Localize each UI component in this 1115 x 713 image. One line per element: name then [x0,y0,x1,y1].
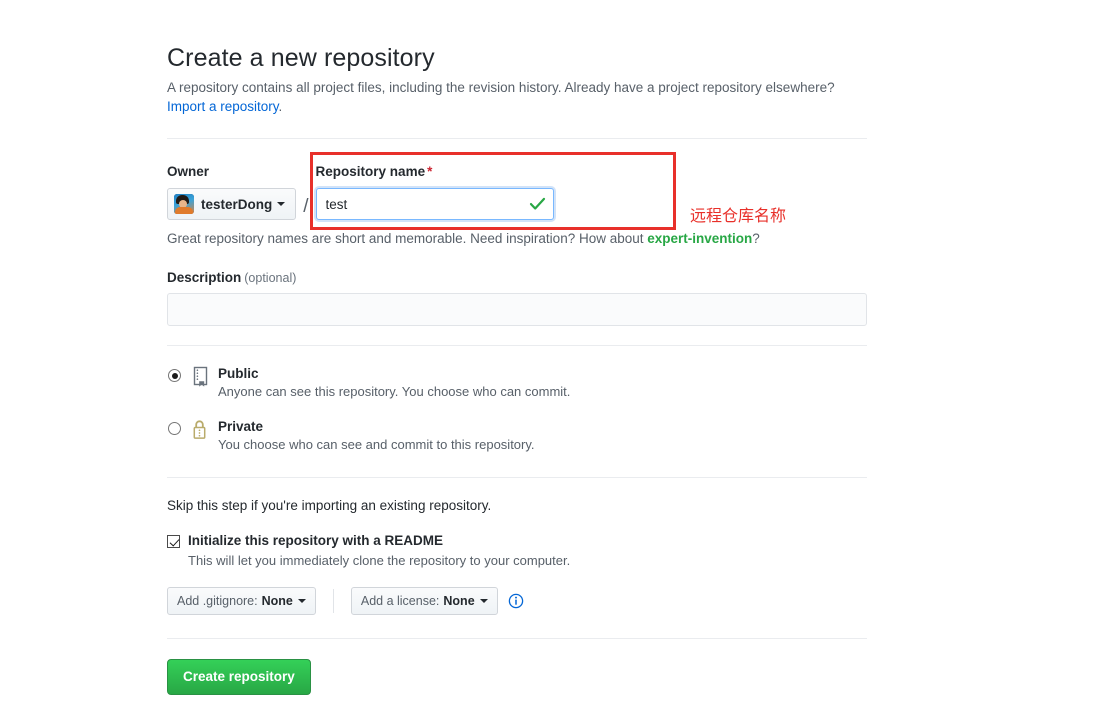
repo-icon [190,366,209,388]
repository-name-hint: Great repository names are short and mem… [167,230,867,248]
submit-section: Create repository [167,659,867,695]
chevron-down-icon [277,202,286,206]
divider-description [167,345,867,346]
page-subtitle: A repository contains all project files,… [167,78,867,116]
visibility-public-texts: Public Anyone can see this repository. Y… [218,365,570,401]
license-prefix: Add a license: [360,594,440,608]
import-repository-link[interactable]: Import a repository [167,99,279,114]
gitignore-prefix: Add .gitignore: [177,594,258,608]
divider-visibility [167,477,867,478]
path-separator: / [303,196,309,217]
repository-name-label: Repository name * [316,163,554,181]
radio-private[interactable] [168,422,181,435]
create-repository-button[interactable]: Create repository [167,659,311,695]
radio-public[interactable] [168,369,181,382]
owner-and-name-row: Owner testerDong / Repository name * tes… [167,152,867,230]
owner-label: Owner [167,164,210,179]
description-label-text: Description [167,270,242,285]
description-input[interactable] [167,293,867,326]
description-label: Description (optional) [167,270,867,285]
visibility-private-texts: Private You choose who can see and commi… [218,418,535,454]
hint-suffix: ? [752,231,760,246]
initialize-readme-row[interactable]: Initialize this repository with a README [167,532,867,550]
repository-name-input[interactable] [315,188,554,220]
page-subtitle-text: A repository contains all project files,… [167,80,835,95]
gitignore-value: None [261,594,293,608]
name-suggestion-link[interactable]: expert-invention [647,231,752,246]
skip-step-text: Skip this step if you're importing an ex… [167,498,492,513]
page-title: Create a new repository [167,44,435,72]
visibility-private-description: You choose who can see and commit to thi… [218,437,535,452]
initialize-section: Skip this step if you're importing an ex… [167,497,867,615]
chevron-down-icon [297,599,306,603]
initialize-readme-description: This will let you immediately clone the … [188,553,571,568]
avatar [174,194,194,214]
description-optional-text: (optional) [244,271,297,285]
repository-name-field: Repository name * [315,163,554,220]
template-dropdowns-row: Add .gitignore: None Add a license: None [167,587,867,615]
initialize-readme-label[interactable]: Initialize this repository with a README [188,532,443,550]
visibility-option-public[interactable]: Public Anyone can see this repository. Y… [167,365,867,401]
hint-prefix: Great repository names are short and mem… [167,231,648,246]
dropdown-divider [332,589,334,613]
annotation-label: 远程仓库名称 [690,206,787,225]
required-asterisk: * [427,164,433,179]
repository-name-input-wrap [315,188,554,220]
chevron-down-icon [479,599,488,603]
owner-field: Owner testerDong [167,163,297,220]
license-dropdown[interactable]: Add a license: None [350,587,498,615]
visibility-private-name: Private [218,419,264,434]
gitignore-dropdown[interactable]: Add .gitignore: None [167,587,316,615]
divider-initialize [167,638,867,639]
license-value: None [443,594,475,608]
checkbox-initialize-readme[interactable] [167,535,180,548]
visibility-options: Public Anyone can see this repository. Y… [167,365,867,454]
create-repository-form: Create a new repository A repository con… [167,0,867,695]
owner-select-button[interactable]: testerDong [167,188,297,220]
owner-name: testerDong [201,196,273,212]
divider-header [167,138,867,139]
visibility-public-name: Public [218,366,259,381]
import-link-period: . [278,99,283,114]
lock-icon [190,419,209,441]
description-field: Description (optional) [167,270,867,326]
repository-name-label-text: Repository name [315,164,426,179]
info-icon[interactable] [508,593,524,609]
visibility-public-description: Anyone can see this repository. You choo… [218,384,571,399]
visibility-option-private[interactable]: Private You choose who can see and commi… [167,418,867,454]
